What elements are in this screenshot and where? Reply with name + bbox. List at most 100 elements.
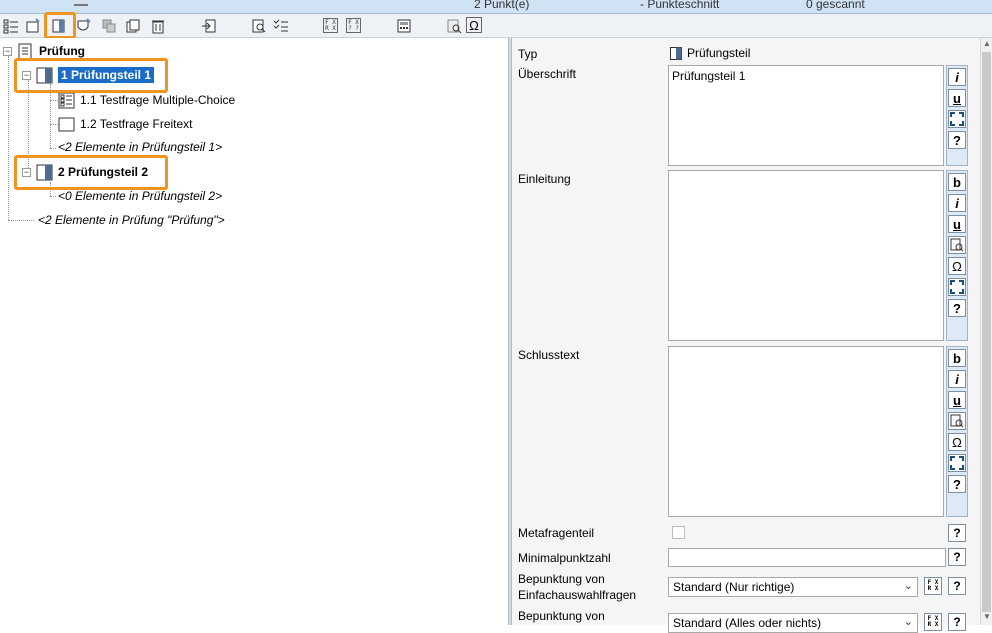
formula-icon: F XR X xyxy=(323,18,338,33)
help-button[interactable]: ? xyxy=(948,548,966,566)
tree-line xyxy=(8,56,9,220)
shield-add-icon xyxy=(77,17,91,30)
copy-button[interactable] xyxy=(124,17,141,34)
formula-button[interactable]: F XR X xyxy=(924,613,942,631)
calculator-button[interactable] xyxy=(395,17,412,34)
vertical-scrollbar[interactable]: ▲ ▼ xyxy=(980,38,992,625)
search-preview-button[interactable] xyxy=(445,17,462,34)
exam-summary: <2 Elemente in Prüfung "Prüfung"> xyxy=(38,213,225,227)
introduction-toolbar: b i u Ω ? xyxy=(946,170,968,341)
checklist-icon xyxy=(273,19,288,31)
scroll-thumb[interactable] xyxy=(982,52,991,612)
move-button[interactable] xyxy=(100,17,117,34)
italic-button[interactable]: i xyxy=(948,68,966,86)
help-button[interactable]: ? xyxy=(948,299,966,317)
tree-item-question-1-1-label: 1.1 Testfrage Multiple-Choice xyxy=(80,93,236,107)
exam-part-icon xyxy=(670,46,682,60)
tree-item-part-1-label: 1 Prüfungsteil 1 xyxy=(56,66,156,84)
scroll-up-icon[interactable]: ▲ xyxy=(983,39,991,48)
formula-template-icon: F X? ? xyxy=(346,18,361,33)
tree-item-part-1[interactable]: − 1 Prüfungsteil 1 xyxy=(22,65,156,85)
search-page-icon xyxy=(252,19,265,32)
exam-icon xyxy=(18,43,32,59)
formula-search-icon xyxy=(950,414,964,428)
calculator-icon xyxy=(397,19,410,32)
add-question-button[interactable] xyxy=(2,17,19,34)
special-character-button[interactable]: Ω xyxy=(948,257,966,275)
scoring-single-label: Bepunktung von Einfachauswahlfragen xyxy=(518,572,637,602)
formula-search-icon xyxy=(950,238,964,252)
import-icon xyxy=(201,19,215,32)
underline-button[interactable]: u xyxy=(948,89,966,107)
help-button[interactable]: ? xyxy=(948,131,966,149)
underline-button[interactable]: u xyxy=(948,215,966,233)
status-scanned: 0 gescannt xyxy=(806,0,865,11)
collapse-icon[interactable]: − xyxy=(22,70,31,80)
bold-button[interactable]: b xyxy=(948,349,966,367)
tree-root[interactable]: − Prüfung xyxy=(3,41,85,61)
add-section-button[interactable] xyxy=(50,17,67,34)
bold-button[interactable]: b xyxy=(948,173,966,191)
formula-editor-button[interactable] xyxy=(948,412,966,430)
omega-icon: Ω xyxy=(469,17,479,33)
collapse-icon[interactable]: − xyxy=(3,46,12,56)
type-value-text: Prüfungsteil xyxy=(687,46,751,60)
special-character-button[interactable]: Ω xyxy=(466,17,482,33)
expand-icon xyxy=(950,456,964,470)
formula-button[interactable]: F XR X xyxy=(322,17,339,34)
tree-line xyxy=(50,196,56,197)
tree-item-part-2[interactable]: − 2 Prüfungsteil 2 xyxy=(22,162,148,182)
magnifier-page-icon xyxy=(447,19,461,33)
trash-icon xyxy=(151,20,164,33)
import-button[interactable] xyxy=(200,17,217,34)
closing-text-field[interactable] xyxy=(668,346,944,517)
heading-field[interactable]: Prüfungsteil 1 xyxy=(668,65,944,166)
free-text-icon xyxy=(58,117,75,131)
help-button[interactable]: ? xyxy=(948,475,966,493)
scoring-single-select[interactable]: Standard (Nur richtige) ⌄ xyxy=(668,577,918,597)
help-button[interactable]: ? xyxy=(948,613,966,631)
part-2-summary: <0 Elemente in Prüfungsteil 2> xyxy=(58,189,223,203)
introduction-field[interactable] xyxy=(668,170,944,341)
preview-button[interactable] xyxy=(250,17,267,34)
underline-button[interactable]: u xyxy=(948,391,966,409)
tree-line xyxy=(50,84,51,148)
heading-toolbar: i u ? xyxy=(946,65,968,166)
tree-line xyxy=(50,148,56,149)
scoring-multiple-label: Bepunktung von xyxy=(518,609,605,623)
type-label: Typ xyxy=(518,47,538,61)
checklist-button[interactable] xyxy=(272,17,289,34)
min-points-field[interactable] xyxy=(668,548,946,567)
type-value: Prüfungsteil xyxy=(670,46,750,60)
closing-text-label: Schlusstext xyxy=(518,348,580,362)
add-exam-part-button[interactable] xyxy=(24,17,41,34)
tree-item-question-1-2[interactable]: 1.2 Testfrage Freitext xyxy=(58,114,193,134)
add-shape-button[interactable] xyxy=(74,17,91,34)
scroll-down-icon[interactable]: ▼ xyxy=(983,612,991,621)
toolbar: F XR X F X? ? Ω xyxy=(0,14,992,38)
italic-button[interactable]: i xyxy=(948,370,966,388)
formula-editor-button[interactable] xyxy=(948,236,966,254)
fullscreen-button[interactable] xyxy=(948,278,966,296)
formula-template-button[interactable]: F X? ? xyxy=(345,17,362,34)
meta-question-checkbox[interactable] xyxy=(672,526,685,539)
collapse-icon[interactable]: − xyxy=(22,167,31,177)
help-button[interactable]: ? xyxy=(948,524,966,542)
special-character-button[interactable]: Ω xyxy=(948,433,966,451)
tree-item-question-1-2-label: 1.2 Testfrage Freitext xyxy=(80,117,193,131)
expand-icon xyxy=(950,280,964,294)
fullscreen-button[interactable] xyxy=(948,454,966,472)
status-points: 2 Punkt(e) xyxy=(474,0,530,11)
delete-button[interactable] xyxy=(149,17,166,34)
italic-button[interactable]: i xyxy=(948,194,966,212)
scoring-multiple-select[interactable]: Standard (Alles oder nichts) ⌄ xyxy=(668,613,918,633)
fullscreen-button[interactable] xyxy=(948,110,966,128)
help-button[interactable]: ? xyxy=(948,577,966,595)
tree-line xyxy=(50,124,58,125)
tree-item-question-1-1[interactable]: 1.1 Testfrage Multiple-Choice xyxy=(58,90,235,110)
chevron-down-icon: ⌄ xyxy=(903,616,913,628)
formula-button[interactable]: F XR X xyxy=(924,577,942,595)
exam-tree: − Prüfung − 1 Prüfungsteil 1 1.1 Testfra… xyxy=(0,38,508,625)
tree-root-label: Prüfung xyxy=(39,44,85,58)
menu-icon xyxy=(74,0,88,6)
